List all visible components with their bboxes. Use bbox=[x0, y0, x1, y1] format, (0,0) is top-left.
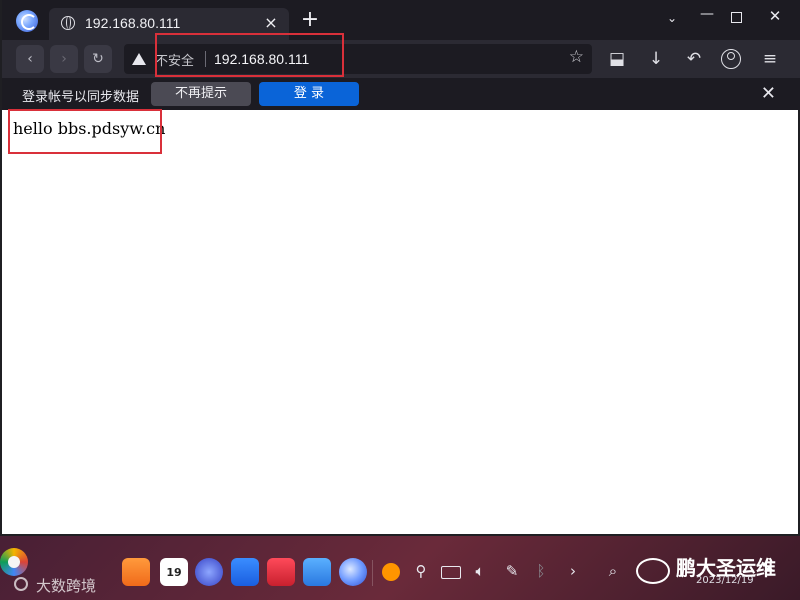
url-input[interactable]: 192.168.80.111 bbox=[214, 51, 309, 67]
new-tab-button[interactable]: + bbox=[300, 9, 320, 31]
browser-taskbar-icon[interactable] bbox=[339, 558, 367, 586]
wechat-logo-icon bbox=[636, 558, 670, 584]
clock-date[interactable]: 2023/12/19 bbox=[696, 575, 754, 586]
account-icon[interactable] bbox=[721, 49, 741, 69]
address-bar[interactable]: 不安全 192.168.80.111 ☆ bbox=[124, 44, 592, 74]
volume-icon[interactable]: 🔈︎ bbox=[470, 562, 490, 580]
sync-message: 登录帐号以同步数据 bbox=[22, 90, 140, 105]
save-page-icon[interactable]: ⬓ bbox=[606, 49, 628, 69]
terminal-icon[interactable] bbox=[267, 558, 295, 586]
forward-button[interactable]: › bbox=[50, 45, 78, 73]
close-window-button[interactable]: ✕ bbox=[767, 7, 783, 25]
taskbar: 大数跨境 19 ⚲ 🔈︎ ✎ ᛒ › ⌕ 鹏大圣运维 2023/12/19 ⏶ bbox=[0, 548, 800, 600]
login-button[interactable]: 登 录 bbox=[259, 82, 359, 106]
minimize-button[interactable]: — bbox=[699, 6, 715, 22]
tab-close-icon[interactable]: × bbox=[263, 13, 279, 32]
tab-title: 192.168.80.111 bbox=[85, 15, 181, 31]
tab-active[interactable]: 192.168.80.111 × bbox=[49, 8, 289, 40]
up-arrow-icon[interactable]: ⏶ bbox=[763, 560, 775, 578]
launcher-icon[interactable] bbox=[0, 548, 28, 576]
app-store-icon[interactable] bbox=[122, 558, 150, 586]
keyboard-icon[interactable] bbox=[441, 566, 461, 579]
browser-logo-icon[interactable] bbox=[16, 10, 38, 32]
expand-tray-icon[interactable]: › bbox=[563, 562, 583, 580]
close-notification-icon[interactable]: ✕ bbox=[761, 83, 776, 104]
watermark-text: 大数跨境 bbox=[36, 577, 97, 595]
search-icon[interactable]: ⌕ bbox=[603, 562, 623, 580]
url-divider bbox=[205, 51, 206, 67]
page-text: hello bbs.pdsyw.cn bbox=[13, 119, 166, 138]
watermark-logo-icon bbox=[14, 577, 28, 591]
input-method-icon[interactable] bbox=[382, 563, 400, 581]
taskbar-divider bbox=[372, 560, 373, 586]
package-icon[interactable] bbox=[303, 558, 331, 586]
page-content: hello bbs.pdsyw.cn bbox=[2, 110, 798, 534]
insecure-label[interactable]: 不安全 bbox=[155, 50, 194, 69]
file-manager-icon[interactable] bbox=[231, 558, 259, 586]
reload-button[interactable]: ↻ bbox=[84, 45, 112, 73]
navigation-bar: ‹ › ↻ 不安全 192.168.80.111 ☆ ⬓ ↓ ↶ ≡ bbox=[2, 40, 800, 78]
tab-list-chevron-icon[interactable]: ⌄ bbox=[664, 11, 680, 25]
bookmark-star-icon[interactable]: ☆ bbox=[569, 47, 584, 67]
globe-icon bbox=[61, 16, 75, 30]
usb-icon[interactable]: ⚲ bbox=[411, 562, 431, 580]
sync-notification-bar: 登录帐号以同步数据 不再提示 登 录 ✕ bbox=[2, 78, 800, 110]
calendar-icon[interactable]: 19 bbox=[160, 558, 188, 586]
settings-icon[interactable] bbox=[195, 558, 223, 586]
download-icon[interactable]: ↓ bbox=[645, 49, 667, 69]
browser-window: 192.168.80.111 × + ⌄ — ✕ ‹ › ↻ 不安全 192.1… bbox=[0, 0, 800, 536]
dismiss-button[interactable]: 不再提示 bbox=[151, 82, 251, 106]
warning-icon[interactable] bbox=[132, 53, 146, 65]
title-bar: 192.168.80.111 × + ⌄ — ✕ bbox=[2, 0, 800, 40]
bluetooth-icon[interactable]: ᛒ bbox=[531, 562, 551, 580]
undo-icon[interactable]: ↶ bbox=[683, 49, 705, 69]
back-button[interactable]: ‹ bbox=[16, 45, 44, 73]
menu-icon[interactable]: ≡ bbox=[759, 49, 781, 69]
maximize-button[interactable] bbox=[731, 12, 742, 23]
pen-icon[interactable]: ✎ bbox=[502, 562, 522, 580]
